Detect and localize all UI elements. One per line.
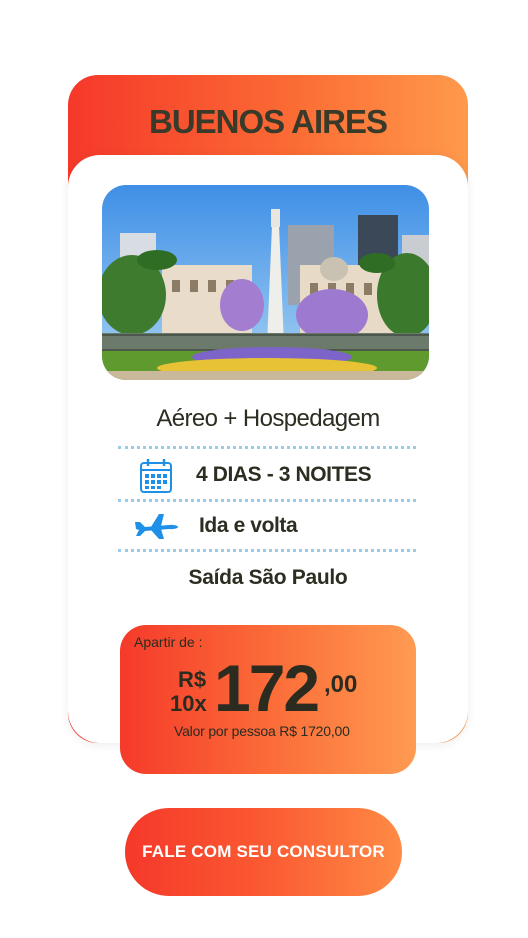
price-installments: 10x [170,691,207,716]
price-currency: R$ [178,667,207,692]
price-per-person: Valor por pessoa R$ 1720,00 [174,723,350,739]
price-amount: 172 [214,651,320,725]
trip-duration: 4 DIAS - 3 NOITES [196,463,372,486]
price-box: Apartir de : R$ 10x 172 ,00 Valor por pe… [120,625,416,774]
destination-photo [102,185,429,380]
destination-title: BUENOS AIRES [149,103,388,140]
price-from-label: Apartir de : [134,634,203,650]
price-cents: ,00 [324,671,358,698]
divider [118,549,416,552]
flight-type: Ida e volta [199,514,298,537]
divider [118,499,416,502]
calendar-icon [139,458,173,499]
departure-city: Saída São Paulo [188,566,348,589]
contact-consultant-button[interactable]: FALE COM SEU CONSULTOR [125,808,402,896]
divider [118,446,416,449]
airplane-icon [133,512,179,545]
package-type: Aéreo + Hospedagem [156,405,380,432]
